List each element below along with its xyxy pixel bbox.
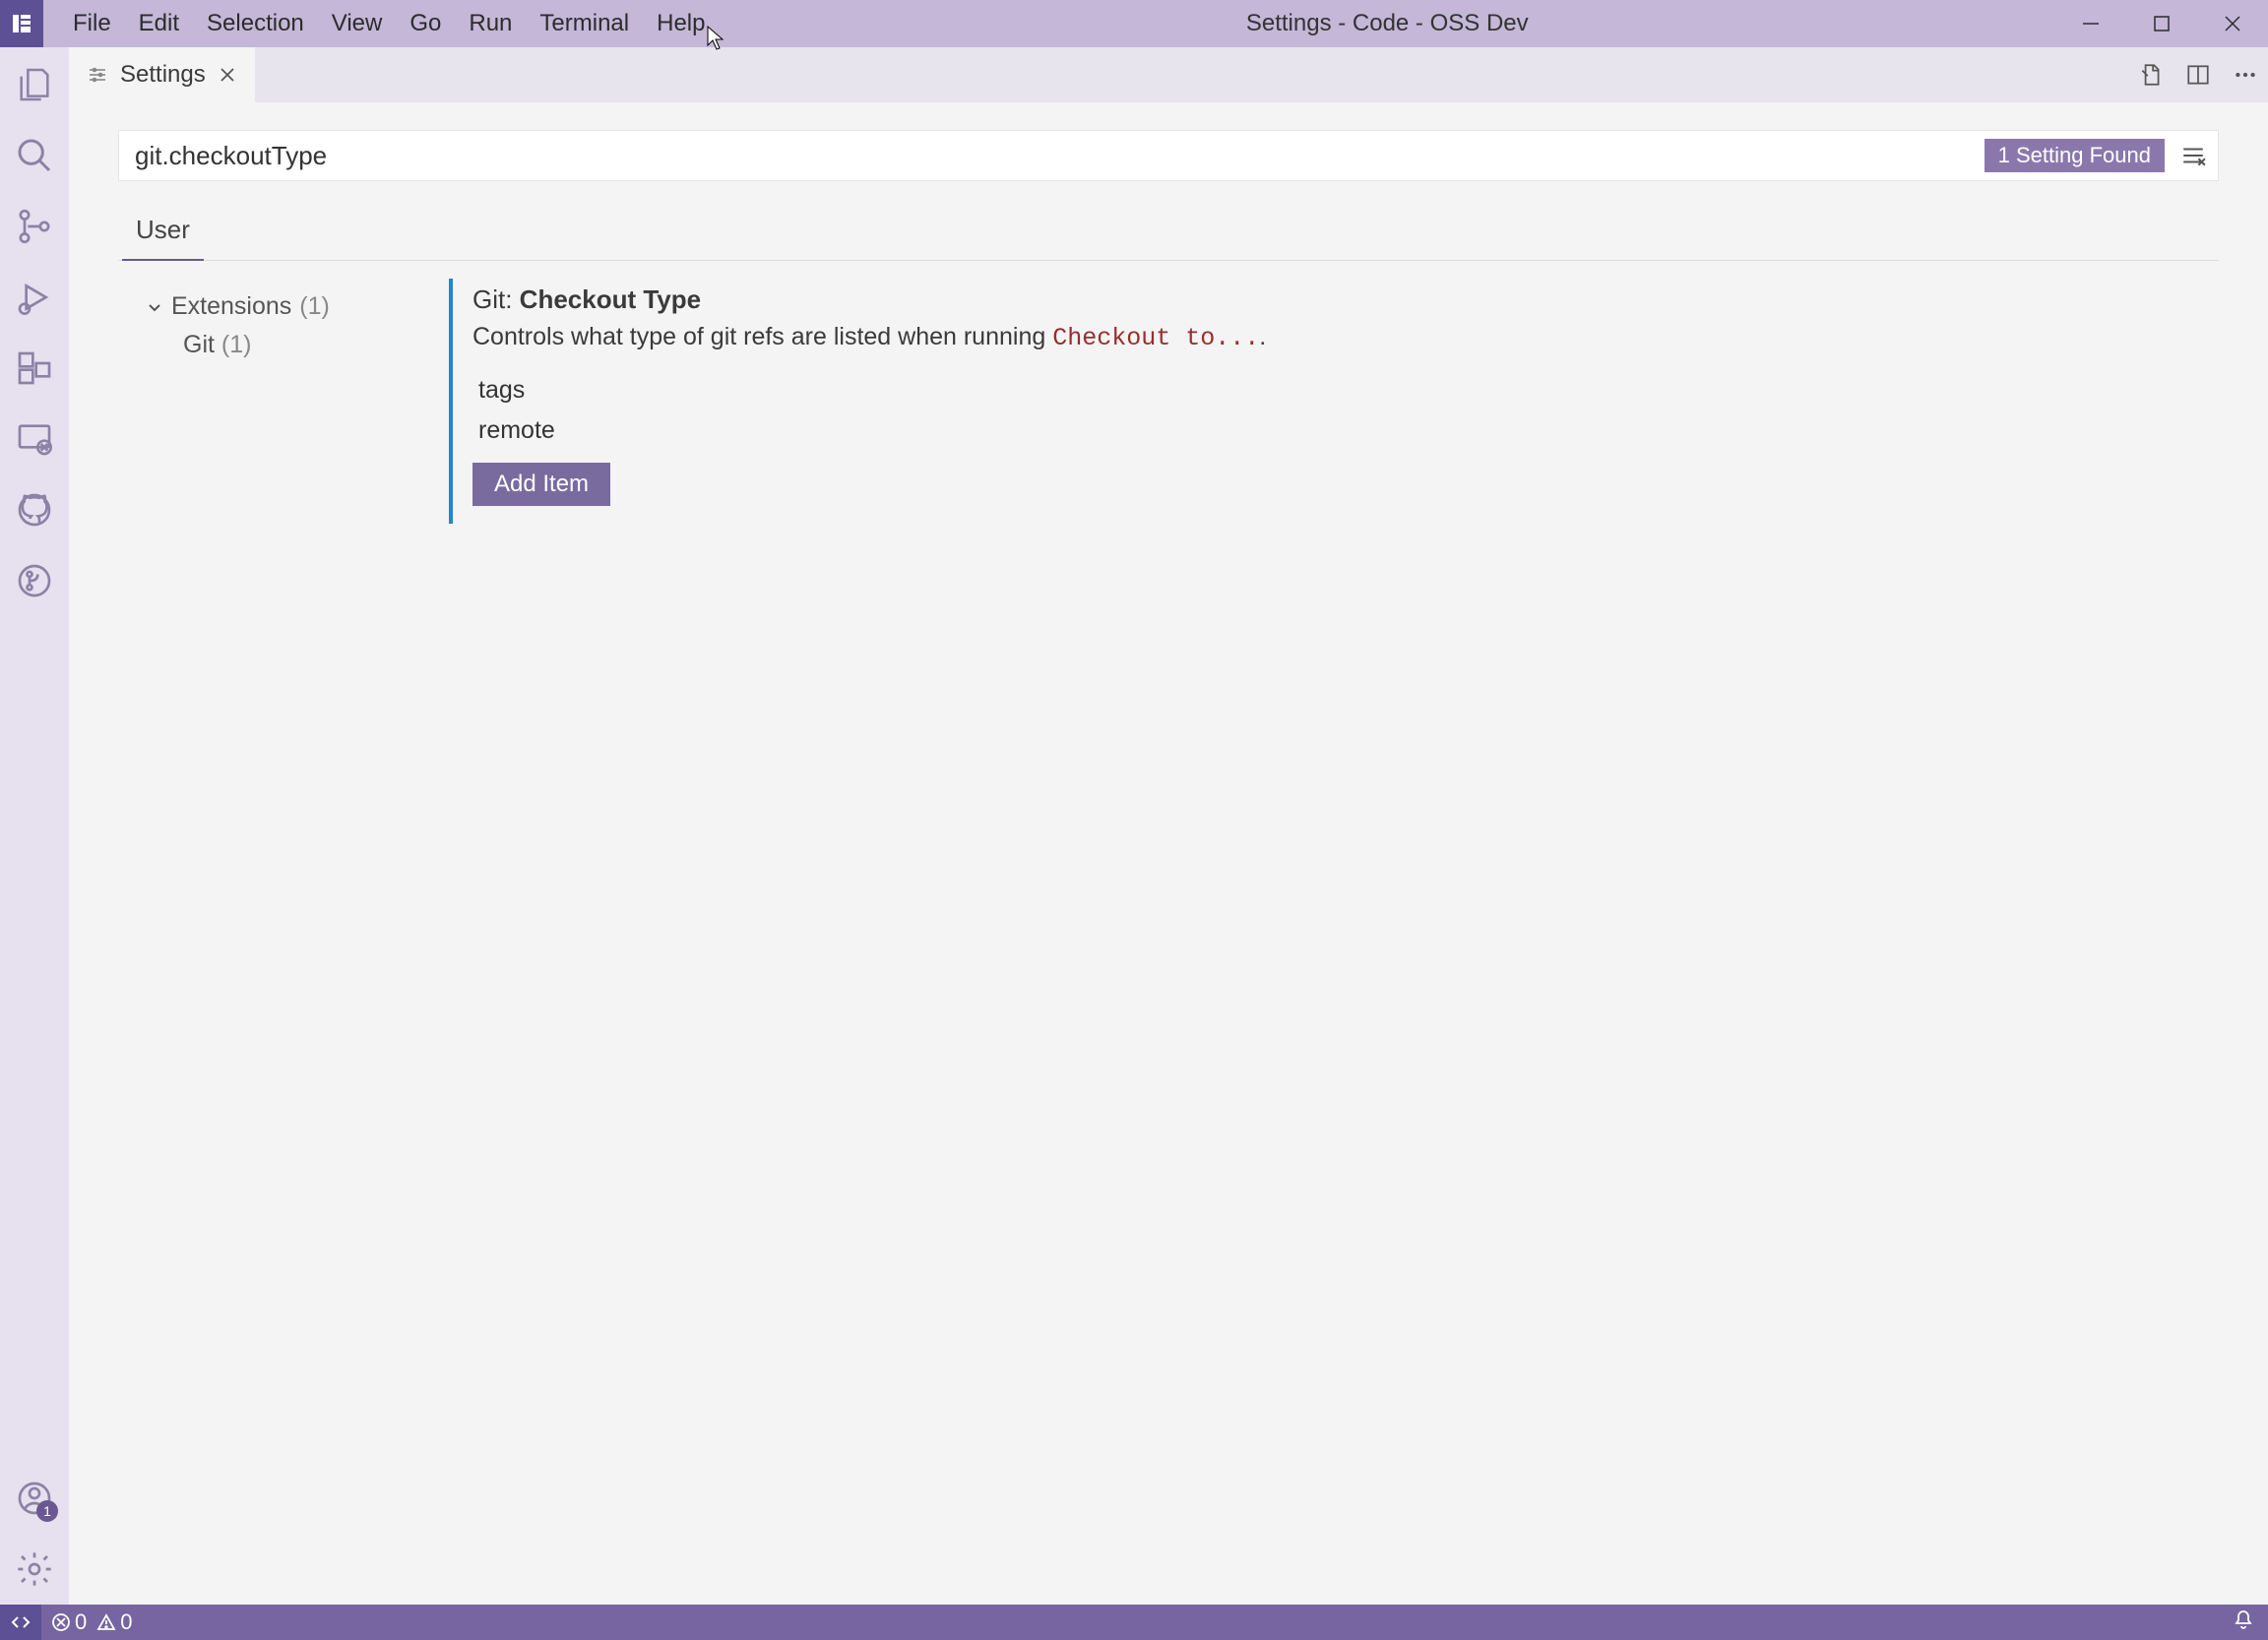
menu-bar: File Edit Selection View Go Run Terminal… bbox=[59, 10, 719, 37]
menu-file[interactable]: File bbox=[59, 10, 125, 37]
status-errors-count: 0 bbox=[75, 1609, 87, 1635]
setting-value-row[interactable]: remote bbox=[472, 410, 1610, 451]
setting-desc-code: Checkout to... bbox=[1052, 324, 1259, 352]
source-control-icon[interactable] bbox=[15, 207, 54, 246]
settings-search-row: 1 Setting Found bbox=[118, 130, 2219, 181]
toc-leaf-git[interactable]: Git (1) bbox=[118, 325, 443, 365]
extensions-icon[interactable] bbox=[15, 348, 54, 388]
setting-item-git-checkout-type: Git: Checkout Type Controls what type of… bbox=[449, 279, 1610, 524]
close-icon[interactable] bbox=[218, 65, 237, 85]
maximize-button[interactable] bbox=[2126, 0, 2197, 47]
app-icon bbox=[0, 0, 43, 47]
setting-desc-post: . bbox=[1259, 323, 1266, 350]
remote-explorer-icon[interactable] bbox=[15, 419, 54, 459]
settings-scope-tabs: User bbox=[118, 205, 2219, 261]
tab-label: Settings bbox=[120, 61, 206, 89]
more-actions-icon[interactable] bbox=[2233, 62, 2258, 88]
status-errors[interactable]: 0 bbox=[51, 1609, 87, 1635]
window-controls bbox=[2055, 0, 2268, 47]
split-editor-icon[interactable] bbox=[2185, 62, 2211, 88]
status-warnings-count: 0 bbox=[120, 1609, 132, 1635]
run-debug-icon[interactable] bbox=[15, 278, 54, 317]
accounts-icon[interactable]: 1 bbox=[15, 1479, 54, 1518]
menu-terminal[interactable]: Terminal bbox=[526, 10, 643, 37]
menu-run[interactable]: Run bbox=[455, 10, 526, 37]
setting-title: Git: Checkout Type bbox=[472, 284, 1610, 315]
status-bar: 0 0 bbox=[0, 1605, 2268, 1640]
scope-tab-user[interactable]: User bbox=[122, 205, 204, 261]
menu-edit[interactable]: Edit bbox=[125, 10, 193, 37]
menu-go[interactable]: Go bbox=[396, 10, 455, 37]
toc-leaf-count: (1) bbox=[221, 331, 252, 358]
open-settings-json-icon[interactable] bbox=[2138, 62, 2164, 88]
tab-settings[interactable]: Settings bbox=[69, 47, 255, 102]
status-warnings[interactable]: 0 bbox=[96, 1609, 132, 1635]
window-title: Settings - Code - OSS Dev bbox=[719, 10, 2055, 37]
chevron-down-icon bbox=[146, 298, 163, 316]
setting-values-list: tags remote bbox=[472, 370, 1610, 451]
editor-region: Settings 1 Se bbox=[69, 47, 2268, 1605]
menu-help[interactable]: Help bbox=[643, 10, 719, 37]
activity-bar: 1 bbox=[0, 47, 69, 1605]
git-graph-icon[interactable] bbox=[15, 561, 54, 600]
menu-view[interactable]: View bbox=[318, 10, 397, 37]
toc-group-count: (1) bbox=[299, 292, 330, 321]
github-icon[interactable] bbox=[15, 490, 54, 530]
settings-body: 1 Setting Found User Extensions (1) bbox=[69, 102, 2268, 1605]
notifications-icon[interactable] bbox=[2233, 1608, 2254, 1636]
setting-value-row[interactable]: tags bbox=[472, 370, 1610, 410]
toc-leaf-label: Git bbox=[183, 331, 215, 358]
minimize-button[interactable] bbox=[2055, 0, 2126, 47]
settings-search-input[interactable] bbox=[135, 141, 1984, 171]
setting-description: Controls what type of git refs are liste… bbox=[472, 323, 1610, 352]
accounts-badge: 1 bbox=[36, 1500, 58, 1522]
settings-toc: Extensions (1) Git (1) bbox=[118, 279, 443, 1605]
toc-group-extensions[interactable]: Extensions (1) bbox=[118, 288, 443, 325]
setting-title-name: Checkout Type bbox=[520, 284, 701, 314]
settings-tab-icon bbox=[87, 64, 108, 86]
toc-group-label: Extensions bbox=[171, 292, 291, 321]
add-item-button[interactable]: Add Item bbox=[472, 463, 610, 506]
tab-bar: Settings bbox=[69, 47, 2268, 102]
menu-selection[interactable]: Selection bbox=[193, 10, 318, 37]
settings-gear-icon[interactable] bbox=[15, 1549, 54, 1589]
remote-indicator[interactable] bbox=[0, 1605, 41, 1640]
clear-search-icon[interactable] bbox=[2180, 143, 2206, 168]
search-icon[interactable] bbox=[15, 136, 54, 175]
setting-desc-pre: Controls what type of git refs are liste… bbox=[472, 323, 1052, 350]
explorer-icon[interactable] bbox=[15, 65, 54, 104]
setting-title-prefix: Git: bbox=[472, 284, 520, 314]
settings-found-badge: 1 Setting Found bbox=[1984, 139, 2165, 172]
settings-list: Git: Checkout Type Controls what type of… bbox=[443, 279, 2219, 1605]
close-window-button[interactable] bbox=[2197, 0, 2268, 47]
title-bar: File Edit Selection View Go Run Terminal… bbox=[0, 0, 2268, 47]
